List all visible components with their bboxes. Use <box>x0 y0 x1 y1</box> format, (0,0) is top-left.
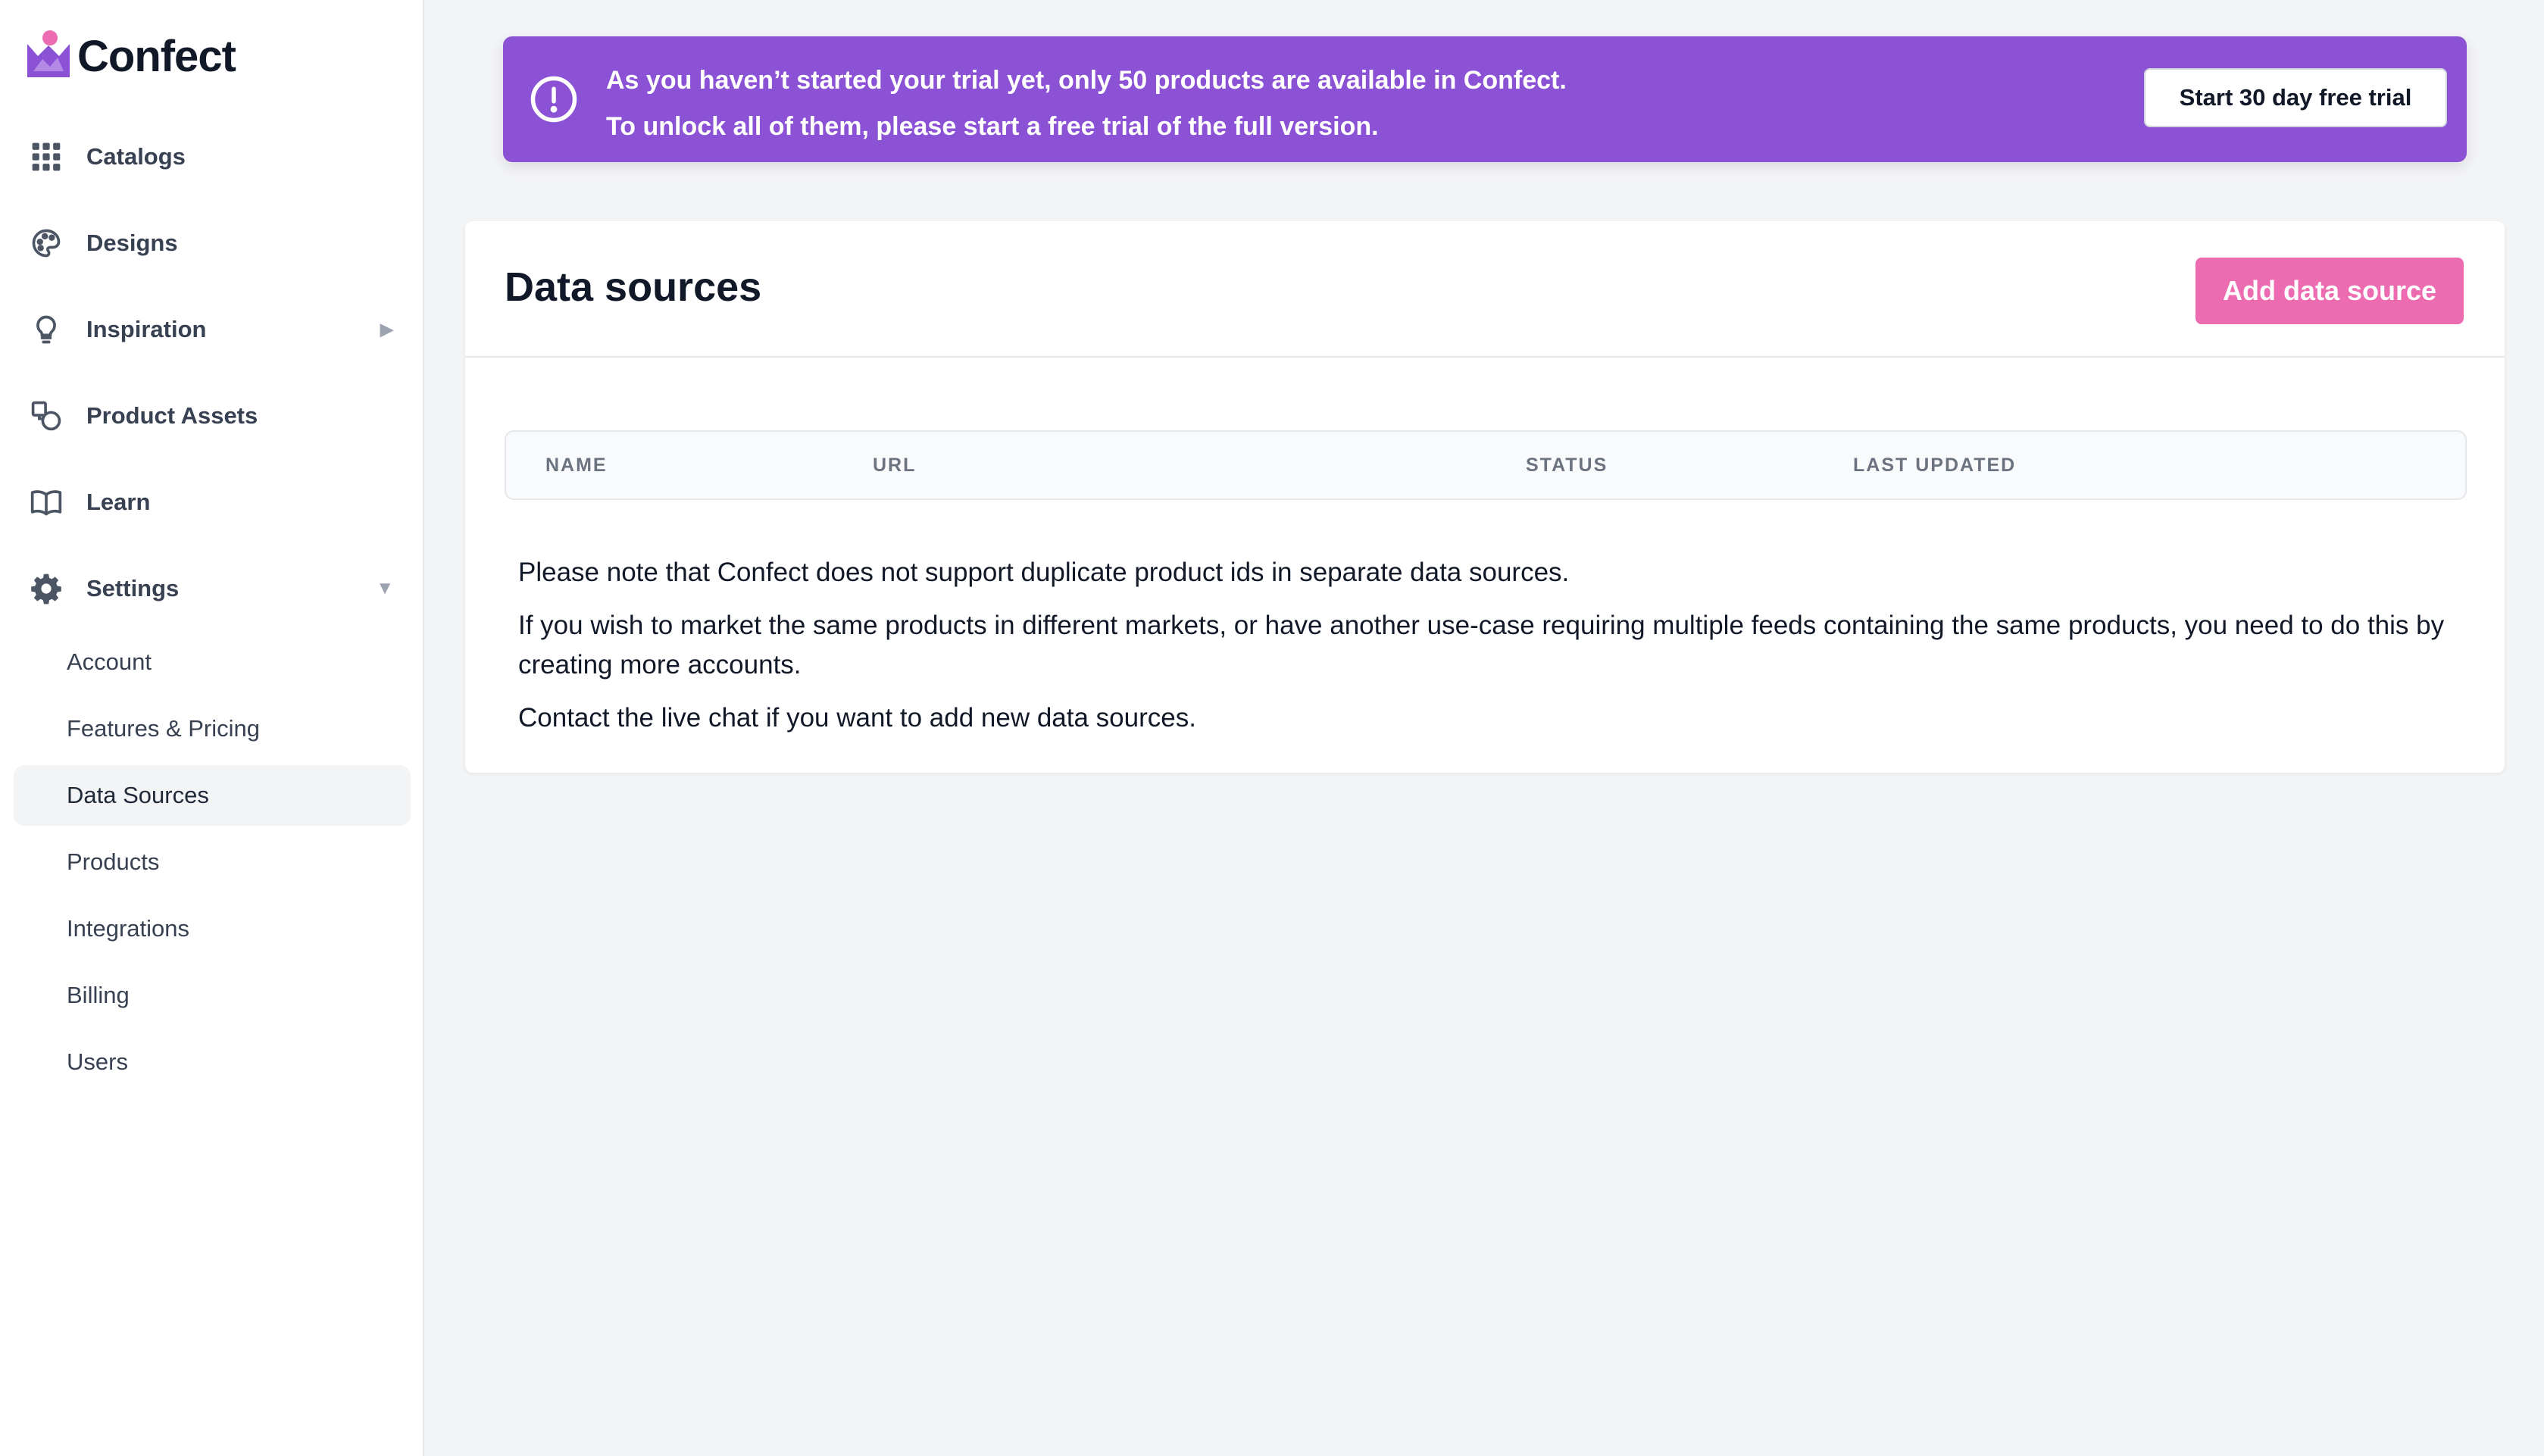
book-icon <box>29 485 64 520</box>
sidebar-item-learn[interactable]: Learn <box>14 459 411 545</box>
alert-circle-icon <box>530 76 577 123</box>
chevron-right-icon: ▶ <box>380 319 394 340</box>
banner-line-2: To unlock all of them, please start a fr… <box>606 112 1379 141</box>
main-content: As you haven’t started your trial yet, o… <box>424 0 2544 1456</box>
sidebar: Confect Catalogs Designs Inspiration ▶ P… <box>0 0 424 1456</box>
note-paragraph: Please note that Confect does not suppor… <box>518 558 1570 587</box>
subnav-item-products[interactable]: Products <box>14 832 411 892</box>
card-header: Data sources Add data source <box>465 221 2505 358</box>
gear-icon <box>29 571 64 606</box>
settings-subnav: Account Features & Pricing Data Sources … <box>14 632 411 1092</box>
sidebar-item-label: Catalogs <box>86 143 186 170</box>
grid-icon <box>29 139 64 174</box>
sidebar-item-label: Learn <box>86 489 151 515</box>
shapes-icon <box>29 398 64 433</box>
sidebar-item-catalogs[interactable]: Catalogs <box>14 114 411 200</box>
lightbulb-icon <box>29 312 64 347</box>
subnav-item-billing[interactable]: Billing <box>14 965 411 1026</box>
page-title: Data sources <box>505 264 762 310</box>
note-paragraph: Contact the live chat if you want to add… <box>518 703 1196 733</box>
palette-icon <box>29 226 64 261</box>
app-name: Confect <box>77 31 236 81</box>
sidebar-item-label: Designs <box>86 230 178 256</box>
subnav-item-account[interactable]: Account <box>14 632 411 692</box>
sidebar-item-designs[interactable]: Designs <box>14 200 411 286</box>
banner-message: As you haven’t started your trial yet, o… <box>606 58 1567 150</box>
column-header-url[interactable]: URL <box>873 455 916 476</box>
start-trial-button[interactable]: Start 30 day free trial <box>2144 68 2447 127</box>
sidebar-item-label: Settings <box>86 575 180 601</box>
data-sources-note: Please note that Confect does not suppor… <box>518 553 2458 751</box>
sidebar-item-label: Product Assets <box>86 402 258 429</box>
column-header-name[interactable]: NAME <box>545 455 608 476</box>
trial-banner: As you haven’t started your trial yet, o… <box>503 36 2467 162</box>
note-paragraph: If you wish to market the same products … <box>518 611 2445 680</box>
sidebar-nav: Catalogs Designs Inspiration ▶ Product A… <box>14 114 411 1098</box>
confect-logo-icon <box>27 30 70 77</box>
subnav-item-features-pricing[interactable]: Features & Pricing <box>14 698 411 759</box>
column-header-last-updated[interactable]: LAST UPDATED <box>1853 455 2016 476</box>
chevron-down-icon: ▼ <box>376 578 394 598</box>
sidebar-item-label: Inspiration <box>86 316 207 342</box>
data-sources-card: Data sources Add data source NAME URL ST… <box>465 221 2505 773</box>
app-root: Confect Catalogs Designs Inspiration ▶ P… <box>0 0 2544 1456</box>
column-header-status[interactable]: STATUS <box>1526 455 1608 476</box>
add-data-source-button[interactable]: Add data source <box>2196 258 2464 324</box>
sidebar-item-product-assets[interactable]: Product Assets <box>14 373 411 459</box>
logo[interactable]: Confect <box>24 29 236 83</box>
subnav-item-data-sources[interactable]: Data Sources <box>14 765 411 826</box>
sidebar-item-settings[interactable]: Settings ▼ <box>14 545 411 632</box>
subnav-item-integrations[interactable]: Integrations <box>14 898 411 959</box>
sidebar-item-inspiration[interactable]: Inspiration ▶ <box>14 286 411 373</box>
table-header: NAME URL STATUS LAST UPDATED <box>505 430 2467 500</box>
subnav-item-users[interactable]: Users <box>14 1032 411 1092</box>
banner-line-1: As you haven’t started your trial yet, o… <box>606 66 1567 95</box>
